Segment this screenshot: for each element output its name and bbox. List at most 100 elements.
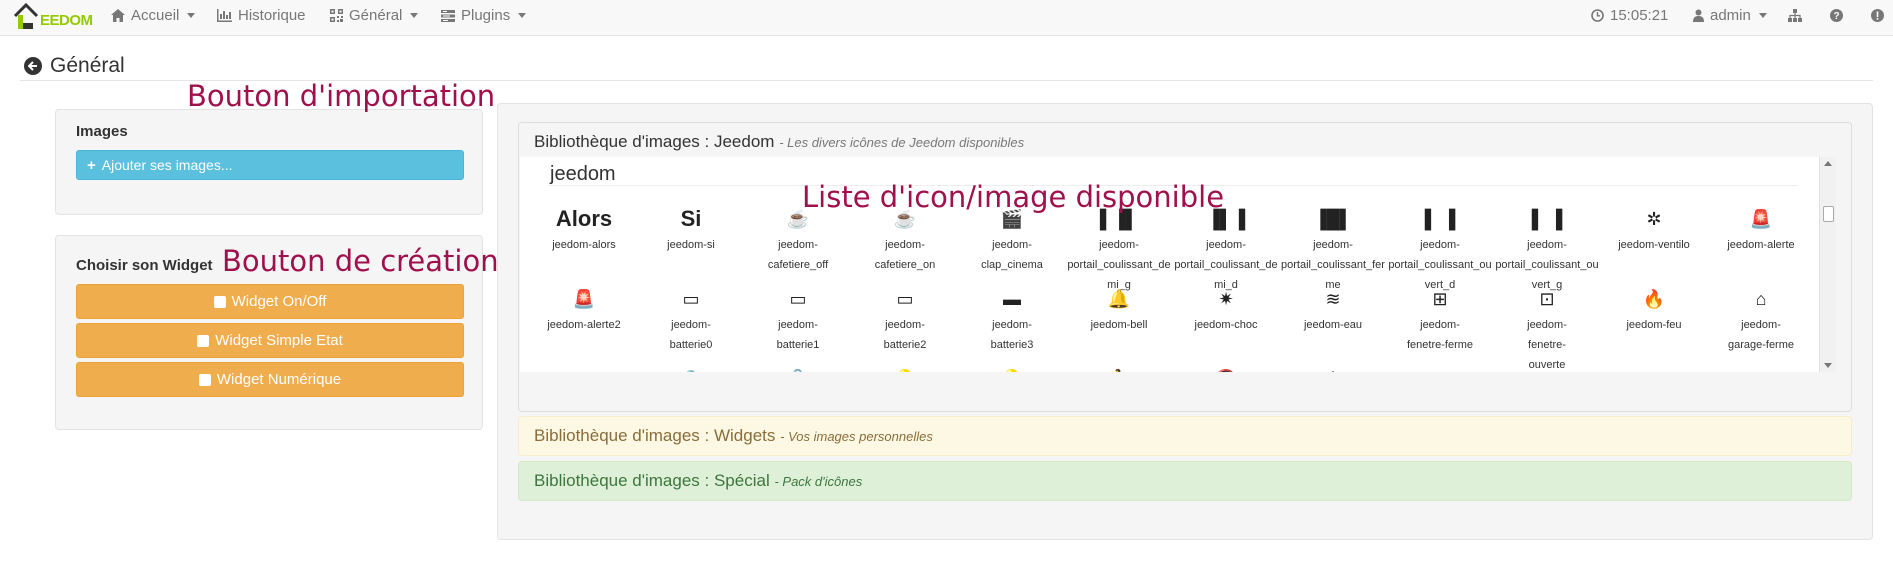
widget-numerique-label: Widget Numérique	[216, 371, 342, 388]
exclamation-circle-icon	[1871, 9, 1884, 22]
scroll-down-arrow[interactable]	[1824, 363, 1832, 368]
icon-cell[interactable]: 🚨 jeedom-alerte2	[532, 285, 636, 335]
icon-glyph: ▭	[896, 288, 914, 309]
plus-icon: +	[87, 156, 96, 174]
icon-cell[interactable]: ▐▌▐ jeedom- portail_coulissant_demi_d	[1174, 205, 1278, 295]
icon-cell[interactable]: 🎬 jeedom- clap_cinema	[960, 205, 1064, 275]
user-menu[interactable]: admin	[1693, 7, 1767, 24]
icon-cell[interactable]: ▥	[1495, 365, 1599, 373]
icon-cell[interactable]: 🔒	[639, 365, 743, 373]
icon-label: jeedom- fenetre-ferme	[1406, 319, 1474, 351]
nav-historique[interactable]: Historique	[217, 7, 306, 24]
icon-cell[interactable]: ◡	[1388, 365, 1492, 373]
scroll-up-arrow[interactable]	[1824, 161, 1832, 166]
network-button[interactable]	[1788, 9, 1802, 22]
nav-general[interactable]: Général	[330, 7, 419, 24]
icon-cell[interactable]: ▐█▌ jeedom- portail_coulissant_ferme	[1281, 205, 1385, 295]
icon-cell[interactable]: ⊡ jeedom- fenetre- ouverte	[1495, 285, 1599, 372]
icon-cell[interactable]: ▌▐▌ jeedom- portail_coulissant_demi_g	[1067, 205, 1171, 295]
widget-numerique-button[interactable]: Widget Numérique	[76, 362, 464, 397]
icon-cell[interactable]: ✷ jeedom-choc	[1174, 285, 1278, 335]
icon-glyph: ▥	[1495, 365, 1599, 373]
icon-glyph: 🔒	[639, 365, 743, 373]
icon-glyph: ≋	[1325, 288, 1341, 309]
icon-glyph: 💡	[960, 365, 1064, 373]
icon-label: jeedom- cafetiere_off	[767, 239, 829, 271]
icon-cell[interactable]: ▭ jeedom- batterie1	[746, 285, 850, 355]
widget-onoff-button[interactable]: Widget On/Off	[76, 284, 464, 319]
icon-cell[interactable]: ☕ jeedom- cafetiere_off	[746, 205, 850, 275]
widget-onoff-label: Widget On/Off	[231, 293, 327, 310]
icon-cell[interactable]: ⊞ jeedom- fenetre-ferme	[1388, 285, 1492, 355]
icon-label: jeedom- cafetiere_on	[874, 239, 936, 271]
icon-label: jeedom-feu	[1626, 319, 1682, 331]
icon-cell[interactable]: ☕ jeedom- cafetiere_on	[853, 205, 957, 275]
icon-cell[interactable]: ▬ jeedom- batterie3	[960, 285, 1064, 355]
icon-cell[interactable]: 🚨 jeedom-alerte	[1709, 205, 1813, 255]
info-button[interactable]	[1871, 9, 1884, 22]
icon-cell[interactable]: ▭ jeedom- batterie2	[853, 285, 957, 355]
back-arrow-icon[interactable]	[24, 57, 42, 75]
icon-cell[interactable]: ▥	[1709, 365, 1813, 373]
icon-cell[interactable]: Alors jeedom-alors	[532, 205, 636, 255]
user-name: admin	[1710, 7, 1751, 24]
widget-panel-title: Choisir son Widget	[76, 257, 213, 274]
nav-accueil[interactable]: Accueil	[111, 7, 196, 24]
icon-glyph: ▭	[682, 288, 700, 309]
icon-label: jeedom- fenetre- ouverte	[1527, 319, 1567, 371]
add-images-button[interactable]: + Ajouter ses images...	[76, 150, 464, 180]
widgets-library-panel[interactable]: Bibliothèque d'images : Widgets - Vos im…	[518, 416, 1852, 456]
icon-cell[interactable]: ≋ jeedom-eau	[1281, 285, 1385, 335]
scroll-thumb[interactable]	[1823, 206, 1834, 222]
icon-label: jeedom-ventilo	[1618, 239, 1690, 251]
icon-label: jeedom- batterie2	[883, 319, 927, 351]
question-circle-icon: ?	[1830, 9, 1843, 22]
icon-cell[interactable]: 🔕	[1174, 365, 1278, 373]
icon-glyph: ▭	[789, 288, 807, 309]
jeedom-logo[interactable]: EEDOM	[12, 2, 93, 32]
widgets-library-heading[interactable]: Bibliothèque d'images : Widgets - Vos im…	[534, 426, 933, 446]
icon-cell[interactable]: 💡	[853, 365, 957, 373]
icon-cell[interactable]: ⌂ jeedom- garage-ferme	[1709, 285, 1813, 355]
jeedom-library-heading[interactable]: Bibliothèque d'images : Jeedom - Les div…	[534, 132, 1024, 152]
svg-text:?: ?	[1833, 11, 1839, 22]
icon-cell[interactable]: 🏃	[1067, 365, 1171, 373]
icon-cell[interactable]: 💡	[960, 365, 1064, 373]
page-title: Général	[24, 54, 125, 78]
icon-glyph: ✲	[1646, 208, 1662, 229]
nav-accueil-label: Accueil	[131, 7, 180, 24]
icon-glyph: ▌ ▐	[1424, 208, 1456, 229]
icon-cell[interactable]: ▌ ▐ jeedom- portail_coulissant_ouvert_d	[1388, 205, 1492, 295]
icon-glyph: ⌂	[532, 365, 636, 373]
icon-cell[interactable]: ▌ ▐ jeedom- portail_coulissant_ouvert_g	[1495, 205, 1599, 295]
special-library-heading[interactable]: Bibliothèque d'images : Spécial - Pack d…	[534, 471, 862, 491]
special-library-panel[interactable]: Bibliothèque d'images : Spécial - Pack d…	[518, 461, 1852, 501]
icon-cell[interactable]: 🔓	[746, 365, 850, 373]
clock: 15:05:21	[1591, 7, 1668, 24]
icon-cell[interactable]: 🔔 jeedom-bell	[1067, 285, 1171, 335]
help-button[interactable]: ?	[1830, 9, 1843, 22]
icon-cell[interactable]: ✲ jeedom-ventilo	[1602, 205, 1706, 255]
tasks-icon	[441, 9, 455, 22]
icon-glyph: Si	[680, 206, 702, 231]
icon-label: jeedom-si	[667, 239, 715, 251]
nav-plugins[interactable]: Plugins	[441, 7, 527, 24]
icon-label: jeedom-choc	[1194, 319, 1258, 331]
icon-glyph: ⊞	[1432, 288, 1448, 309]
icon-cell[interactable]: ▭ jeedom- batterie0	[639, 285, 743, 355]
widget-simple-etat-button[interactable]: Widget Simple Etat	[76, 323, 464, 358]
scrollbar[interactable]	[1819, 157, 1836, 372]
user-icon	[1693, 9, 1704, 22]
icon-cell[interactable]: 🔥 jeedom-feu	[1602, 285, 1706, 335]
sitemap-icon	[1788, 9, 1802, 22]
nav-historique-label: Historique	[238, 7, 306, 24]
icon-label: jeedom-alerte	[1727, 239, 1795, 251]
icon-glyph: ▐█▌	[1313, 208, 1353, 229]
icon-cell[interactable]: Si jeedom-si	[639, 205, 743, 255]
caret-down-icon	[518, 13, 527, 18]
icon-cell[interactable]: ⏻	[1281, 365, 1385, 373]
icon-cell[interactable]: ⌂	[532, 365, 636, 373]
nav-general-label: Général	[349, 7, 403, 24]
square-icon	[213, 295, 226, 308]
icon-cell[interactable]: ▥	[1602, 365, 1706, 373]
